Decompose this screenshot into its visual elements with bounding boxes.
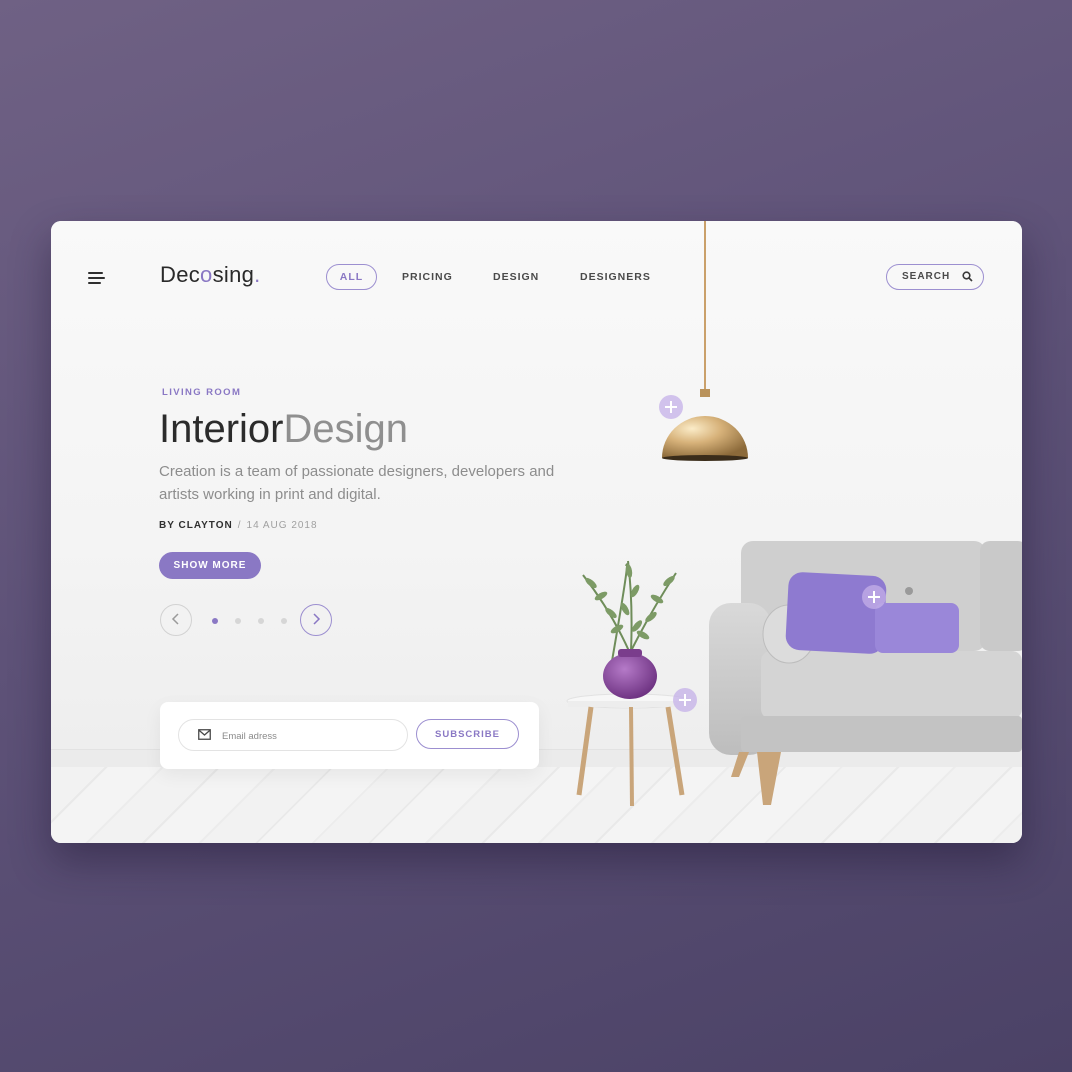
- sofa: [709, 541, 1022, 805]
- publish-date: 14 AUG 2018: [246, 520, 318, 531]
- logo-text-prefix: Dec: [160, 262, 201, 287]
- byline: BY CLAYTON / 14 AUG 2018: [159, 520, 318, 531]
- title-light: Design: [283, 407, 409, 451]
- carousel-dot-4[interactable]: [281, 618, 287, 624]
- chevron-left-icon: [171, 613, 179, 625]
- search-button[interactable]: SEARCH: [886, 264, 984, 290]
- byline-separator: /: [237, 520, 242, 531]
- carousel-dot-3[interactable]: [258, 618, 264, 624]
- logo-text-suffix: sing: [212, 262, 255, 287]
- vase-plant: [582, 560, 677, 699]
- category-label: LIVING ROOM: [162, 387, 242, 398]
- email-input[interactable]: [220, 720, 399, 752]
- carousel-next-button[interactable]: [300, 604, 332, 636]
- side-table: [566, 693, 692, 807]
- title-main: Interior: [159, 407, 284, 451]
- nav-item-all[interactable]: ALL: [326, 264, 377, 290]
- lamp-hotspot-plus-icon[interactable]: [659, 395, 683, 419]
- carousel-dot-1[interactable]: [212, 618, 218, 624]
- nav-item-pricing[interactable]: PRICING: [402, 264, 453, 290]
- logo-dot: .: [254, 262, 261, 287]
- carousel-prev-button[interactable]: [160, 604, 192, 636]
- logo[interactable]: Decosing.: [160, 262, 261, 288]
- author: BY CLAYTON: [159, 520, 233, 531]
- logo-text-o: o: [200, 262, 213, 287]
- sofa-hotspot-plus-icon[interactable]: [862, 585, 886, 609]
- hero-description: Creation is a team of passionate designe…: [159, 463, 555, 503]
- nav-item-design[interactable]: DESIGN: [493, 264, 539, 290]
- nav-item-designers[interactable]: DESIGNERS: [580, 264, 651, 290]
- chevron-right-icon: [313, 613, 321, 625]
- carousel-dot-2[interactable]: [235, 618, 241, 624]
- search-label: SEARCH: [902, 271, 951, 282]
- mail-icon: [198, 729, 211, 740]
- hero-card: Decosing. ALL PRICING DESIGN DESIGNERS S…: [51, 221, 1022, 843]
- show-more-button[interactable]: SHOW MORE: [159, 552, 261, 579]
- table-hotspot-plus-icon[interactable]: [673, 688, 697, 712]
- search-icon: [962, 271, 973, 282]
- subscribe-button[interactable]: SUBSCRIBE: [416, 719, 519, 749]
- page-title: InteriorDesign: [159, 407, 408, 452]
- subscribe-panel: SUBSCRIBE: [160, 702, 539, 769]
- email-field[interactable]: [178, 719, 408, 752]
- menu-icon[interactable]: [88, 271, 106, 285]
